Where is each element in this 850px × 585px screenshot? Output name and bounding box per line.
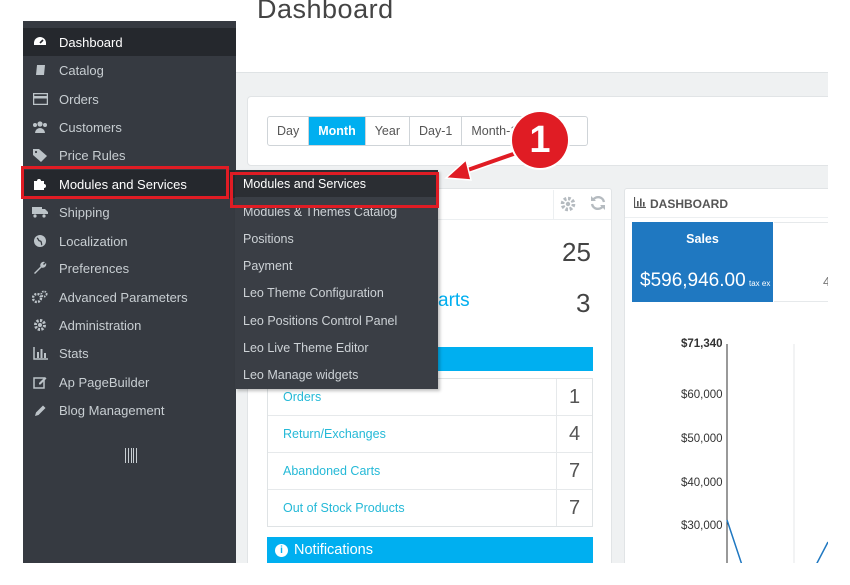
- list-item[interactable]: Abandoned Carts 7: [268, 453, 592, 490]
- submenu-item-leo-positions-control-panel[interactable]: Leo Positions Control Panel: [235, 307, 438, 334]
- period-day-button[interactable]: Day: [268, 117, 310, 145]
- globe-icon: [32, 233, 48, 249]
- sidebar-item-localization[interactable]: Localization: [23, 227, 236, 255]
- active-carts-label[interactable]: arts: [438, 290, 470, 312]
- sidebar-item-ap-pagebuilder[interactable]: Ap PageBuilder: [23, 368, 236, 396]
- gear-icon[interactable]: [559, 195, 577, 218]
- chart-series-line: [726, 519, 743, 565]
- sidebar-item-label: Blog Management: [59, 402, 165, 418]
- panel-header-divider: [553, 190, 554, 219]
- callout-number-badge: 1: [512, 112, 568, 168]
- sales-kpi-tile[interactable]: Sales $596,946.00 tax ex: [632, 222, 773, 302]
- orders-kpi-tile[interactable]: [774, 222, 834, 302]
- sidebar-item-price-rules[interactable]: Price Rules: [23, 141, 236, 169]
- list-item[interactable]: Out of Stock Products 7: [268, 490, 592, 527]
- sidebar-item-label: Customers: [59, 119, 122, 135]
- sidebar-item-dashboard[interactable]: Dashboard: [23, 28, 236, 56]
- online-visitors-value: 25: [562, 237, 591, 267]
- sidebar-item-advanced-parameters[interactable]: Advanced Parameters: [23, 283, 236, 311]
- sidebar-item-label: Price Rules: [59, 147, 126, 163]
- submenu-item-label: Leo Manage widgets: [243, 368, 359, 382]
- pencil-icon: [32, 402, 48, 418]
- list-item-count: 7: [556, 490, 592, 526]
- sidebar-item-label: Dashboard: [59, 34, 123, 50]
- dashboard-title-text: DASHBOARD: [650, 197, 728, 211]
- right-margin: [828, 73, 850, 585]
- dashboard-header-line: [625, 217, 850, 218]
- cog-icon: [32, 317, 48, 333]
- edit-icon: [32, 374, 48, 390]
- sidebar-item-stats[interactable]: Stats: [23, 339, 236, 367]
- truck-icon: [32, 204, 48, 220]
- sidebar-item-orders[interactable]: Orders: [23, 85, 236, 113]
- annotation-highlight-submenu: [230, 172, 439, 208]
- annotation-highlight-sidebar: [21, 166, 229, 199]
- users-icon: [32, 119, 48, 135]
- dashboard-icon: [32, 34, 48, 50]
- sidebar-item-label: Advanced Parameters: [59, 289, 188, 305]
- sales-label: Sales: [686, 232, 719, 246]
- bar-chart-icon: [633, 197, 646, 211]
- list-item-count: 4: [556, 416, 592, 452]
- list-item-count: 7: [556, 453, 592, 489]
- notifications-label: Notifications: [294, 542, 373, 558]
- period-day-minus-1-button[interactable]: Day-1: [410, 117, 463, 145]
- submenu-item-label: Leo Theme Configuration: [243, 286, 384, 300]
- sidebar-item-label: Stats: [59, 345, 89, 361]
- active-carts-value: 3: [576, 288, 591, 318]
- bottom-margin: [0, 563, 850, 585]
- sidebar-item-label: Preferences: [59, 260, 130, 276]
- submenu-item-positions[interactable]: Positions: [235, 225, 438, 252]
- sidebar-item-catalog[interactable]: Catalog: [23, 56, 236, 84]
- left-margin: [0, 0, 23, 585]
- sidebar-item-label: Administration: [59, 317, 142, 333]
- page-title: Dashboard: [257, 0, 394, 24]
- submenu-item-leo-live-theme-editor[interactable]: Leo Live Theme Editor: [235, 334, 438, 361]
- sidebar-item-label: Ap PageBuilder: [59, 374, 150, 390]
- submenu-item-payment[interactable]: Payment: [235, 252, 438, 279]
- header-divider: [236, 72, 828, 73]
- submenu-item-label: Payment: [243, 259, 293, 273]
- notifications-header: i Notifications: [267, 537, 593, 563]
- sidebar-item-label: Catalog: [59, 62, 104, 78]
- refresh-icon[interactable]: [589, 194, 607, 217]
- list-item-count: 1: [556, 379, 592, 415]
- list-item-label[interactable]: Abandoned Carts: [283, 464, 380, 478]
- sidebar-item-label: Orders: [59, 91, 99, 107]
- sales-tax-note: tax ex: [749, 279, 771, 288]
- sidebar-item-customers[interactable]: Customers: [23, 113, 236, 141]
- sidebar-collapse-icon[interactable]: [125, 448, 137, 464]
- tags-icon: [32, 147, 48, 163]
- sidebar-item-blog-management[interactable]: Blog Management: [23, 396, 236, 424]
- list-item-label[interactable]: Orders: [283, 390, 321, 404]
- sidebar-item-administration[interactable]: Administration: [23, 311, 236, 339]
- bar-chart-icon: [32, 345, 48, 361]
- sidebar-item-label: Shipping: [59, 204, 110, 220]
- sidebar-nav: Dashboard Catalog Orders Customers Price…: [23, 21, 236, 563]
- period-month-button[interactable]: Month: [309, 117, 366, 145]
- list-item[interactable]: Return/Exchanges 4: [268, 416, 592, 453]
- credit-card-icon: [32, 91, 48, 107]
- submenu-item-label: Positions: [243, 232, 294, 246]
- submenu-item-label: Leo Positions Control Panel: [243, 314, 398, 328]
- list-item-label[interactable]: Return/Exchanges: [283, 427, 386, 441]
- sidebar-item-preferences[interactable]: Preferences: [23, 254, 236, 282]
- sidebar-item-shipping[interactable]: Shipping: [23, 198, 236, 226]
- dashboard-panel-title: DASHBOARD: [633, 197, 728, 211]
- period-year-button[interactable]: Year: [366, 117, 410, 145]
- sidebar-item-label: Localization: [59, 233, 128, 249]
- submenu-item-leo-manage-widgets[interactable]: Leo Manage widgets: [235, 361, 438, 388]
- wrench-icon: [32, 260, 48, 276]
- list-item-label[interactable]: Out of Stock Products: [283, 501, 405, 515]
- sales-value: $596,946.00: [640, 270, 746, 291]
- sales-line-chart: [726, 344, 829, 565]
- chart-series-line: [815, 541, 829, 565]
- submenu-item-leo-theme-configuration[interactable]: Leo Theme Configuration: [235, 279, 438, 306]
- submenu-item-label: Leo Live Theme Editor: [243, 341, 369, 355]
- pending-list: Orders 1 Return/Exchanges 4 Abandoned Ca…: [267, 378, 593, 527]
- book-icon: [32, 62, 48, 78]
- cogs-icon: [32, 289, 48, 305]
- info-icon: i: [275, 543, 288, 557]
